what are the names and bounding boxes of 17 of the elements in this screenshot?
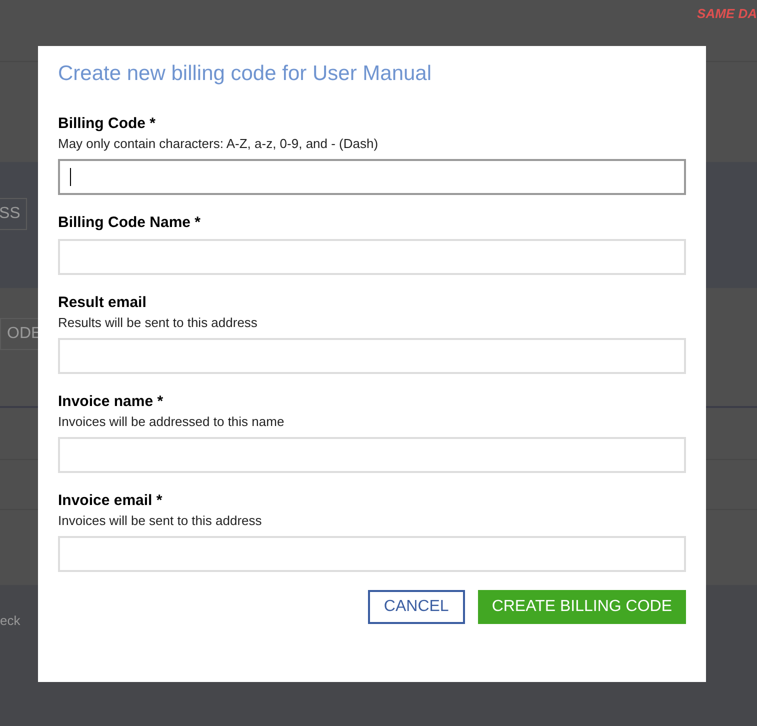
field-hint: Results will be sent to this address — [58, 314, 258, 332]
field-label: Invoice email * — [58, 490, 164, 510]
field-label: Billing Code Name * — [58, 212, 202, 232]
input-field[interactable] — [58, 158, 686, 194]
field-label: Invoice name * — [58, 392, 164, 412]
text-caret-icon — [70, 168, 71, 186]
field-hint: Invoices will be addressed to this name — [58, 412, 286, 430]
field-hint: Invoices will be sent to this address — [58, 512, 263, 530]
banner-text: SAME DA — [697, 5, 757, 23]
cancel-button[interactable]: CANCEL — [368, 590, 465, 624]
field-label: Billing Code * — [58, 114, 156, 134]
background-button[interactable]: SS — [0, 198, 28, 230]
create-button[interactable]: CREATE BILLING CODE — [478, 590, 686, 624]
dialog-title: Create new billing code for User Manual — [58, 61, 433, 87]
field-hint: May only contain characters: A-Z, a-z, 0-9, and - (Dash) — [58, 134, 380, 152]
footer-text: eck — [0, 613, 20, 628]
field-label: Result email — [58, 292, 148, 312]
